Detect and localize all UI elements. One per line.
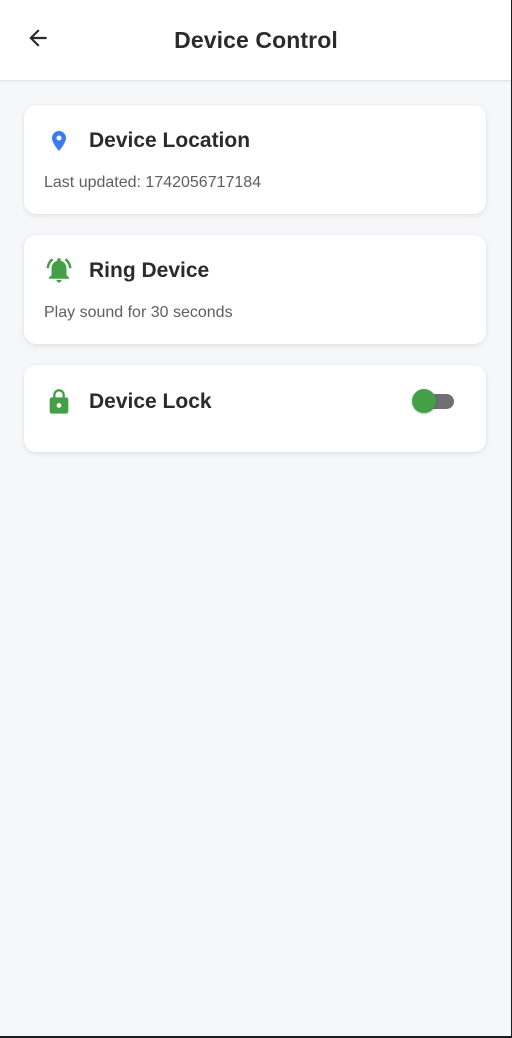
device-lock-toggle[interactable]: [412, 387, 456, 415]
page-title: Device Control: [174, 27, 338, 53]
ring-device-title: Ring Device: [89, 259, 210, 282]
device-lock-card: Device Lock: [24, 365, 486, 452]
ring-duration-text: Play sound for 30 seconds: [44, 304, 233, 321]
device-location-title: Device Location: [89, 129, 251, 152]
map-pin-icon: [44, 126, 74, 156]
app-bar: Device Control: [0, 0, 512, 81]
toggle-thumb: [412, 389, 436, 413]
device-lock-title: Device Lock: [89, 390, 212, 413]
arrow-left-icon: [25, 25, 51, 56]
bell-ringing-icon: [44, 255, 74, 285]
device-location-card[interactable]: Device Location Last updated: 1742056717…: [24, 105, 486, 214]
ring-device-card[interactable]: Ring Device Play sound for 30 seconds: [24, 235, 486, 344]
lock-open-icon: [44, 387, 74, 417]
last-updated-text: Last updated: 1742056717184: [44, 174, 262, 191]
back-button[interactable]: [18, 20, 58, 60]
